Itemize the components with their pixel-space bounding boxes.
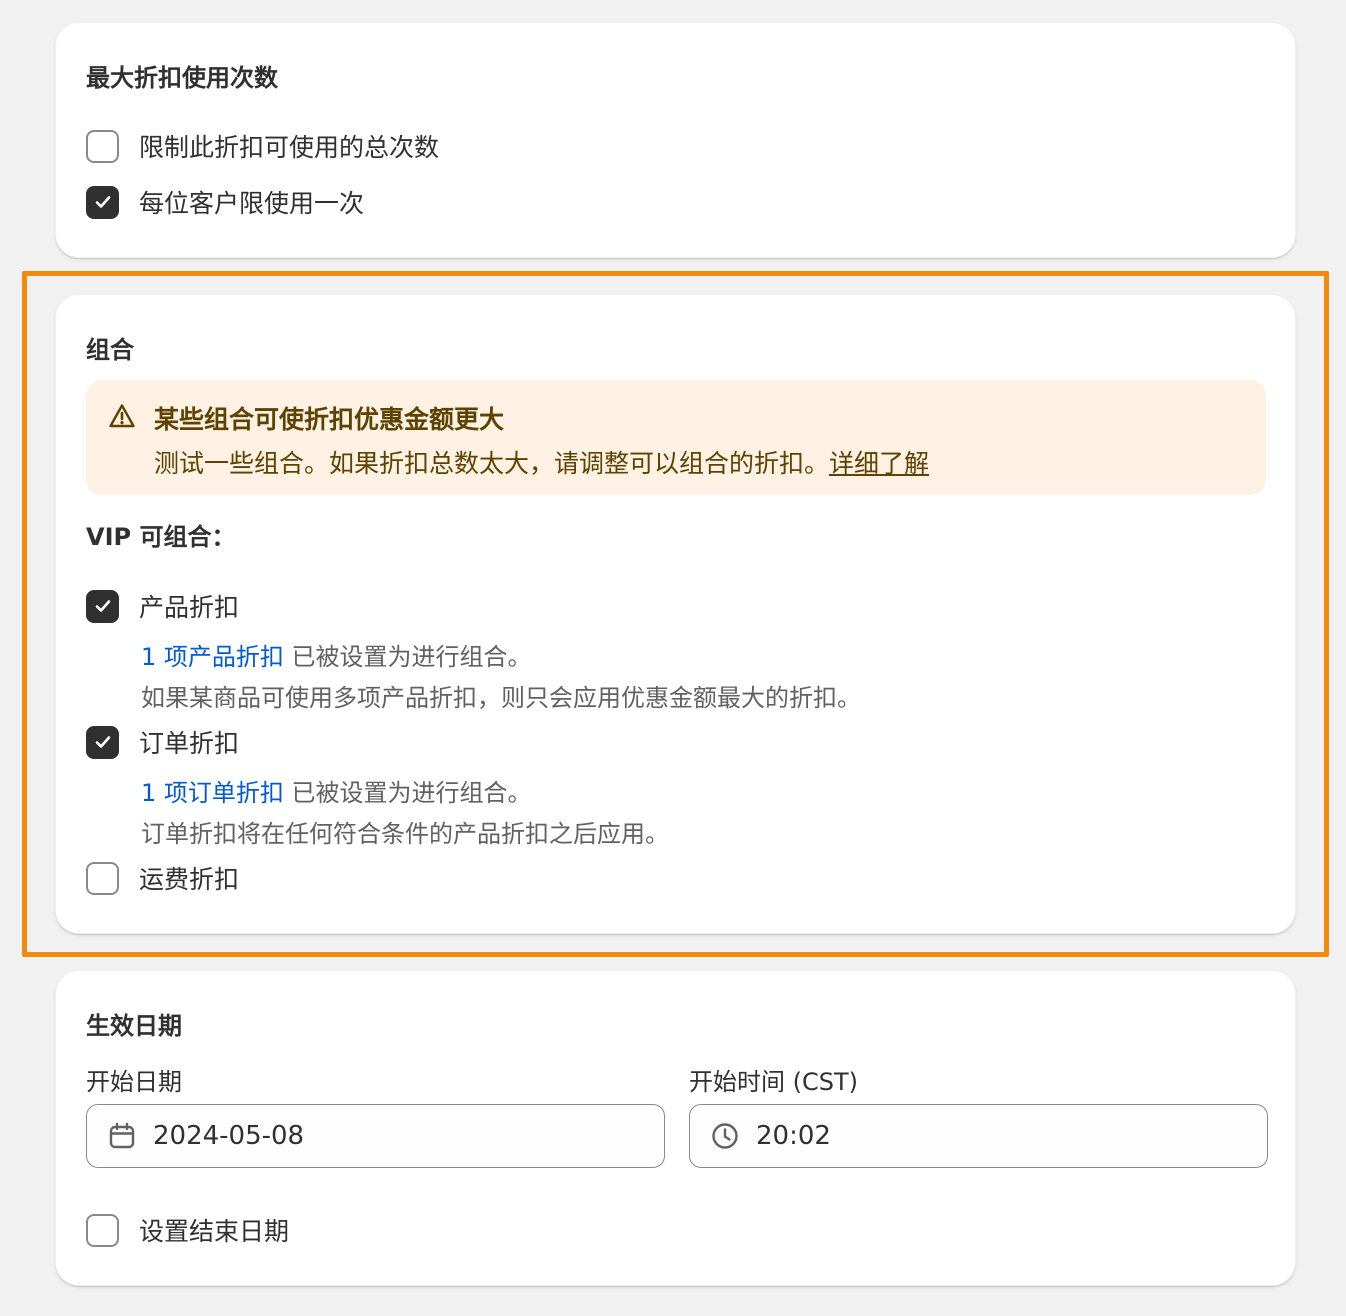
banner-body-text: 测试一些组合。如果折扣总数太大，请调整可以组合的折扣。 bbox=[154, 449, 830, 478]
product-discount-option[interactable]: 产品折扣 bbox=[86, 588, 239, 624]
combinable-heading: VIP 可组合： bbox=[86, 523, 236, 551]
combinations-title: 组合 bbox=[86, 336, 134, 364]
start-date-value: 2024-05-08 bbox=[153, 1121, 305, 1151]
limit-total-uses-checkbox[interactable] bbox=[86, 129, 119, 163]
order-discount-note: 订单折扣将在任何符合条件的产品折扣之后应用。 bbox=[141, 820, 669, 848]
usage-limits-card: 最大折扣使用次数 限制此折扣可使用的总次数 每位客户限使用一次 bbox=[55, 22, 1296, 258]
product-discount-label: 产品折扣 bbox=[139, 593, 240, 622]
order-discount-checkbox[interactable] bbox=[86, 725, 119, 759]
clock-icon bbox=[712, 1123, 738, 1149]
calendar-icon bbox=[109, 1122, 135, 1149]
start-time-value: 20:02 bbox=[756, 1121, 831, 1151]
order-discount-label: 订单折扣 bbox=[139, 729, 240, 758]
order-discount-status: 1 项订单折扣 已被设置为进行组合。 bbox=[141, 773, 532, 808]
warning-triangle-icon bbox=[109, 404, 135, 428]
product-discount-status: 1 项产品折扣 已被设置为进行组合。 bbox=[141, 637, 532, 672]
once-per-customer-checkbox[interactable] bbox=[86, 185, 119, 219]
start-time-input[interactable]: 20:02 bbox=[689, 1104, 1268, 1168]
limit-total-uses-label: 限制此折扣可使用的总次数 bbox=[139, 133, 440, 162]
shipping-discount-label: 运费折扣 bbox=[139, 865, 240, 894]
combinations-card: 组合 某些组合可使折扣优惠金额更大 测试一些组合。如果折扣总数太大，请调整可以组… bbox=[55, 294, 1296, 934]
order-discount-option[interactable]: 订单折扣 bbox=[86, 724, 239, 760]
product-discount-count-link[interactable]: 1 项产品折扣 bbox=[141, 643, 284, 671]
order-discount-status-text: 已被设置为进行组合。 bbox=[283, 779, 532, 807]
set-end-date-checkbox[interactable] bbox=[86, 1213, 119, 1247]
checkmark-icon bbox=[95, 736, 110, 748]
start-time-label: 开始时间 (CST) bbox=[689, 1068, 859, 1096]
active-dates-title: 生效日期 bbox=[86, 1012, 182, 1040]
banner-title: 某些组合可使折扣优惠金额更大 bbox=[154, 405, 505, 434]
shipping-discount-checkbox[interactable] bbox=[86, 861, 119, 895]
product-discount-note: 如果某商品可使用多项产品折扣，则只会应用优惠金额最大的折扣。 bbox=[141, 684, 861, 712]
set-end-date-option[interactable]: 设置结束日期 bbox=[86, 1212, 289, 1248]
checkmark-icon bbox=[95, 600, 110, 612]
once-per-customer-label: 每位客户限使用一次 bbox=[139, 189, 365, 218]
limit-total-uses-option[interactable]: 限制此折扣可使用的总次数 bbox=[86, 128, 439, 164]
checkmark-icon bbox=[95, 196, 110, 208]
usage-limits-title: 最大折扣使用次数 bbox=[86, 64, 278, 92]
order-discount-count-link[interactable]: 1 项订单折扣 bbox=[141, 779, 284, 807]
combinations-warning-banner: 某些组合可使折扣优惠金额更大 测试一些组合。如果折扣总数太大，请调整可以组合的折… bbox=[86, 380, 1266, 495]
set-end-date-label: 设置结束日期 bbox=[139, 1217, 290, 1246]
active-dates-card: 生效日期 开始日期 开始时间 (CST) 2024-05-08 20:02 设置… bbox=[55, 970, 1296, 1286]
start-date-input[interactable]: 2024-05-08 bbox=[86, 1104, 665, 1168]
once-per-customer-option[interactable]: 每位客户限使用一次 bbox=[86, 184, 364, 220]
start-date-label: 开始日期 bbox=[86, 1068, 182, 1096]
banner-body: 测试一些组合。如果折扣总数太大，请调整可以组合的折扣。详细了解 bbox=[154, 444, 929, 480]
product-discount-checkbox[interactable] bbox=[86, 589, 119, 623]
product-discount-status-text: 已被设置为进行组合。 bbox=[283, 643, 532, 671]
learn-more-link[interactable]: 详细了解 bbox=[829, 449, 929, 478]
shipping-discount-option[interactable]: 运费折扣 bbox=[86, 860, 239, 896]
